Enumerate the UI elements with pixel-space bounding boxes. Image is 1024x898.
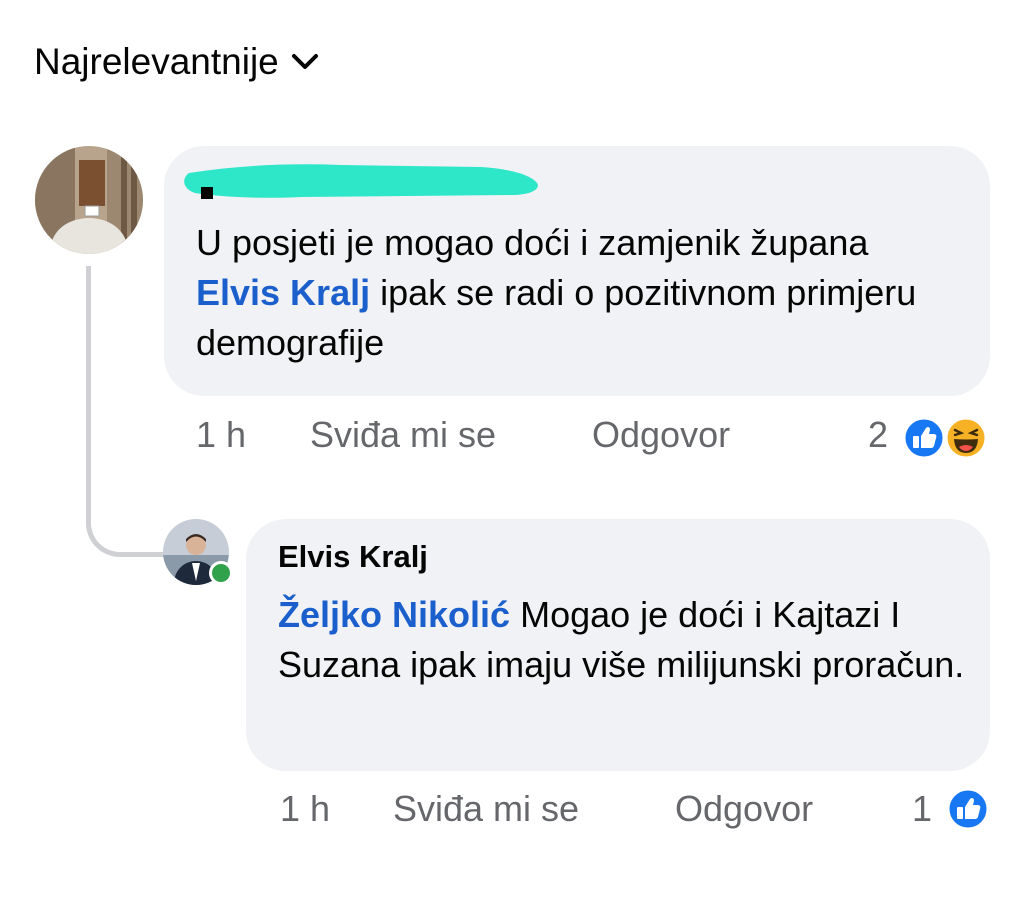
comment-timestamp[interactable]: 1 h (196, 414, 246, 456)
reply-like-button[interactable]: Sviđa mi se (393, 788, 579, 830)
comment-text: U posjeti je mogao doći i zamjenik župan… (196, 218, 956, 368)
sort-label: Najrelevantnije (34, 41, 279, 82)
chevron-down-icon (291, 54, 318, 69)
thread-connector-line (86, 266, 171, 557)
mention-link[interactable]: Željko Nikolić (278, 594, 510, 635)
reaction-count[interactable]: 2 (868, 414, 888, 456)
reply-text: Željko Nikolić Mogao je doći i Kajtazi I… (278, 590, 968, 690)
redacted-author-name (184, 164, 538, 199)
comment-text-part: U posjeti je mogao doći i zamjenik župan… (196, 222, 869, 263)
reply-reply-button[interactable]: Odgovor (675, 788, 813, 830)
sort-dropdown[interactable]: Najrelevantnije (34, 36, 319, 88)
online-status-indicator (209, 561, 233, 585)
mention-link[interactable]: Elvis Kralj (196, 272, 370, 313)
reply-button[interactable]: Odgovor (592, 414, 730, 456)
like-button[interactable]: Sviđa mi se (310, 414, 496, 456)
reply-reaction-count[interactable]: 1 (912, 788, 932, 830)
reply-timestamp[interactable]: 1 h (280, 788, 330, 830)
like-icon (902, 416, 946, 460)
reply-author-name[interactable]: Elvis Kralj (278, 539, 428, 575)
haha-icon (944, 416, 988, 460)
commenter-avatar[interactable] (35, 146, 143, 254)
like-icon (946, 787, 990, 831)
